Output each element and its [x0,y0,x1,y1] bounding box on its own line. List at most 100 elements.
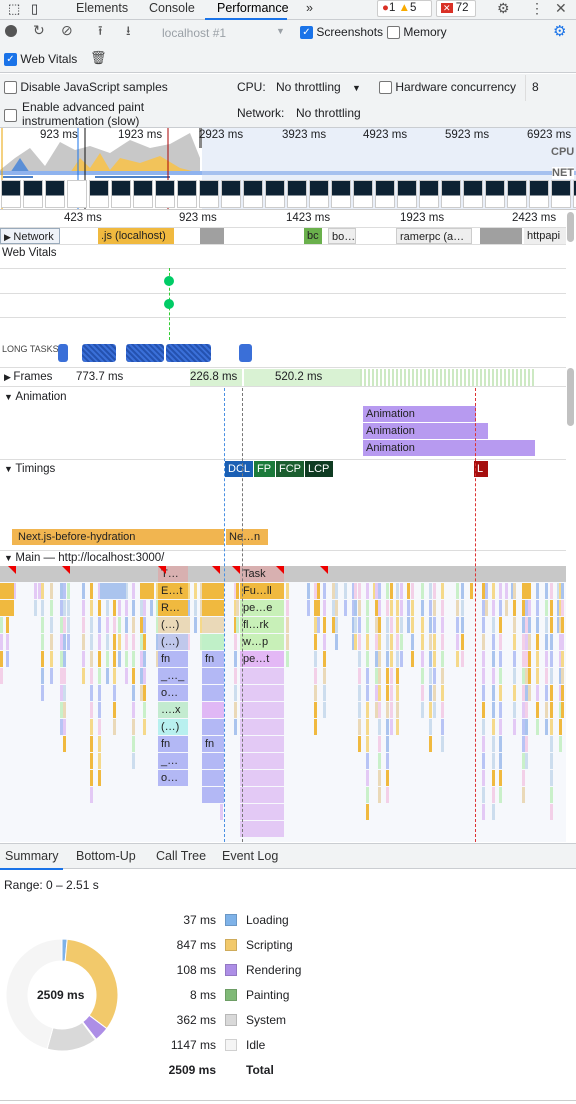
flame-entry[interactable] [125,617,128,633]
fcp-good-dot[interactable] [164,276,174,286]
call-frame[interactable]: (…) [158,617,188,633]
tab-call-tree[interactable]: Call Tree [156,848,206,868]
flame-entry[interactable] [550,685,553,701]
flame-entry[interactable] [386,753,389,769]
flame-entry[interactable] [441,719,444,735]
flame-entry[interactable] [421,668,424,684]
timeline-overview[interactable]: 923 ms 1923 ms 2923 ms 3923 ms 4923 ms 5… [0,128,576,210]
long-task[interactable] [82,344,116,362]
flame-entry[interactable] [366,600,369,616]
flame-entry[interactable] [386,668,389,684]
flame-entry[interactable] [34,600,37,616]
flame-entry[interactable] [561,668,564,684]
flame-entry[interactable] [421,617,424,633]
flame-entry[interactable] [90,583,93,599]
close-icon[interactable]: ✕ [555,0,567,17]
download-icon[interactable]: ⭳ [126,22,131,44]
flame-entry[interactable] [366,770,369,786]
flame-entry[interactable] [429,583,432,599]
flame-entry[interactable] [106,634,109,650]
memory-checkbox[interactable]: Memory [387,25,447,40]
flame-entry[interactable] [421,651,424,667]
flame-entry[interactable] [335,600,338,616]
flame-entry[interactable] [396,651,399,667]
flame-entry[interactable] [378,770,381,786]
flame-entry[interactable] [82,583,85,599]
flame-entry[interactable] [194,617,197,633]
flame-entry[interactable] [240,821,284,837]
flame-entry[interactable] [482,753,485,769]
network-track[interactable]: .js (localhost) bc bo… ramerpc (a… httpa… [0,228,566,245]
flame-entry[interactable] [396,668,399,684]
flame-entry[interactable] [0,651,3,667]
flame-entry[interactable] [536,719,539,735]
flame-entry[interactable] [482,702,485,718]
network-request[interactable]: httpapi [524,228,566,244]
animation-bar[interactable]: Animation [363,440,535,456]
flame-entry[interactable] [441,600,444,616]
flame-entry[interactable] [323,600,326,616]
call-frame[interactable] [202,668,224,684]
record-icon[interactable] [5,25,17,37]
call-frame[interactable] [202,702,224,718]
flame-entry[interactable] [386,617,389,633]
flame-entry[interactable] [400,634,403,650]
flame-entry[interactable] [561,600,564,616]
call-frame[interactable]: _…_ [158,668,188,684]
flame-entry[interactable] [386,702,389,718]
flame-entry[interactable] [286,634,289,650]
errors-badge[interactable]: ●1 ▲5 [377,0,432,17]
flame-entry[interactable] [536,651,539,667]
flame-entry[interactable] [150,600,153,616]
flame-entry[interactable] [411,634,414,650]
flame-entry[interactable] [140,583,154,599]
flame-entry[interactable] [90,685,93,701]
flame-entry[interactable] [118,634,121,650]
target-select[interactable]: localhost #1 ▼ [162,26,292,40]
flame-entry[interactable] [98,719,101,735]
flame-entry[interactable] [234,651,237,667]
flame-entry[interactable] [561,634,564,650]
flame-entry[interactable] [396,685,399,701]
flame-entry[interactable] [421,634,424,650]
flame-entry[interactable] [386,787,389,803]
flame-entry[interactable] [354,634,357,650]
flame-entry[interactable] [354,600,357,616]
flame-entry[interactable] [98,634,101,650]
flame-entry[interactable] [132,668,135,684]
network-request[interactable] [200,228,224,244]
flame-entry[interactable] [307,600,310,616]
lcp-marker[interactable]: LCP [305,461,333,477]
flame-entry[interactable] [90,702,93,718]
flame-entry[interactable] [132,719,135,735]
flame-entry[interactable] [90,736,93,752]
flame-entry[interactable] [143,685,146,701]
flame-entry[interactable] [386,600,389,616]
flame-entry[interactable] [499,787,502,803]
flame-entry[interactable] [366,634,369,650]
call-frame[interactable]: fn [158,736,188,752]
call-frame[interactable]: R… [158,600,188,616]
call-frame[interactable] [202,600,224,616]
flame-entry[interactable] [550,736,553,752]
flame-entry[interactable] [429,736,432,752]
flame-entry[interactable] [314,668,317,684]
flame-entry[interactable] [492,617,495,633]
flame-entry[interactable] [441,736,444,752]
flame-entry[interactable] [505,583,508,599]
flame-entry[interactable] [50,651,53,667]
flame-entry[interactable] [492,787,495,803]
flame-entry[interactable] [378,617,381,633]
flame-entry[interactable] [132,736,135,752]
flame-entry[interactable] [386,651,389,667]
flame-entry[interactable] [396,600,399,616]
flame-entry[interactable] [545,719,548,735]
flame-entry[interactable] [429,651,432,667]
next-before-hydration-bar[interactable]: Next.js-before-hydration [12,529,224,545]
long-task[interactable] [58,344,68,362]
flame-entry[interactable] [499,736,502,752]
flame-entry[interactable] [499,617,502,633]
flame-entry[interactable] [550,770,553,786]
flame-entry[interactable] [90,770,93,786]
flame-entry[interactable] [513,634,516,650]
